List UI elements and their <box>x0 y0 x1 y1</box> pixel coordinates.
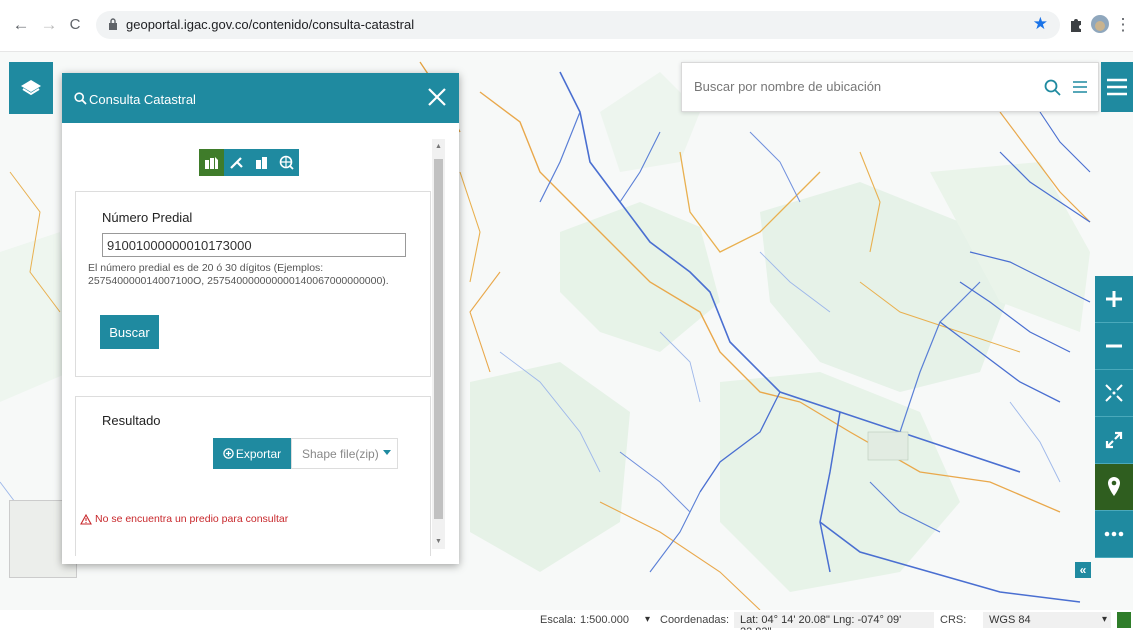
minus-icon <box>1106 344 1122 348</box>
scroll-up-arrow-icon[interactable]: ▲ <box>435 143 442 150</box>
extent-icon <box>1105 384 1123 402</box>
url-text: geoportal.igac.gov.co/contenido/consulta… <box>126 17 415 32</box>
map-pin-icon <box>1108 477 1120 496</box>
coords-value: Lat: 04° 14' 20.08" Lng: -074° 09' 22.83… <box>734 612 934 630</box>
map-toolbar <box>1095 276 1133 558</box>
predial-help-text: El número predial es de 20 ó 30 dígitos … <box>88 262 389 287</box>
consulta-catastral-panel: Consulta Catastral ▲ ▼ Número Predial 91… <box>62 73 459 564</box>
search-icon[interactable] <box>1044 79 1062 97</box>
crs-chevron-down-icon[interactable]: ▾ <box>1102 614 1107 625</box>
exportar-label: Exportar <box>235 446 282 461</box>
location-search-input[interactable] <box>694 79 1014 94</box>
search-icon <box>74 92 87 105</box>
exportar-button[interactable]: Exportar <box>213 438 291 469</box>
reload-button[interactable]: C <box>66 14 84 36</box>
export-format-select[interactable]: Shape file(zip) <box>291 438 398 469</box>
list-icon[interactable] <box>1072 80 1088 94</box>
zoom-in-button[interactable] <box>1095 276 1133 323</box>
chevron-down-icon <box>383 450 391 455</box>
fullscreen-button[interactable] <box>1095 417 1133 464</box>
warning-text: No se encuentra un predio para consultar <box>95 513 289 525</box>
measure-tool-icon <box>230 157 243 169</box>
address-bar[interactable]: geoportal.igac.gov.co/contenido/consulta… <box>96 11 1060 39</box>
plus-icon <box>1106 291 1122 307</box>
export-format-value: Shape file(zip) <box>302 447 379 461</box>
parcel-tool-icon <box>205 157 218 169</box>
location-search <box>681 62 1099 112</box>
crs-label: CRS: <box>940 614 967 626</box>
scale-value[interactable]: 1:500.000 <box>580 614 629 626</box>
expand-icon <box>1105 431 1123 449</box>
main-menu-button[interactable] <box>1101 62 1133 112</box>
panel-title: Consulta Catastral <box>89 92 196 107</box>
tab-geo-consulta[interactable] <box>274 149 299 176</box>
profile-avatar-icon[interactable] <box>1090 14 1110 34</box>
result-card: Resultado Exportar Shape file(zip) No se… <box>75 396 431 556</box>
buscar-button[interactable]: Buscar <box>100 315 159 349</box>
location-button[interactable] <box>1095 464 1133 511</box>
scroll-thumb[interactable] <box>434 159 443 519</box>
circle-plus-icon <box>223 448 234 459</box>
crs-select[interactable]: WGS 84 <box>983 612 1111 628</box>
map-status-bar: Escala: 1:500.000 ▾ Coordenadas: Lat: 04… <box>0 610 1133 630</box>
more-icon <box>1104 531 1124 537</box>
scale-chevron-down-icon[interactable]: ▾ <box>645 614 650 625</box>
numero-predial-input[interactable] <box>102 233 406 257</box>
globe-search-icon <box>279 155 294 170</box>
panel-header: Consulta Catastral <box>62 73 459 123</box>
panel-body: ▲ ▼ Número Predial 91001000000010173000 … <box>62 123 459 564</box>
query-tool-tabs <box>199 149 299 176</box>
browser-toolbar: ← → C geoportal.igac.gov.co/contenido/co… <box>0 0 1133 52</box>
scroll-down-arrow-icon[interactable]: ▼ <box>435 538 442 545</box>
full-extent-button[interactable] <box>1095 370 1133 417</box>
back-button[interactable]: ← <box>12 14 30 36</box>
close-icon[interactable] <box>426 86 448 108</box>
building-tool-icon <box>256 157 267 169</box>
tab-medir[interactable] <box>224 149 249 176</box>
hamburger-icon <box>1107 78 1127 96</box>
collapse-panel-button[interactable]: « <box>1075 562 1091 578</box>
tab-edificio[interactable] <box>249 149 274 176</box>
layers-button[interactable] <box>9 62 53 114</box>
resultado-label: Resultado <box>102 413 161 428</box>
warning-message: No se encuentra un predio para consultar <box>80 513 288 525</box>
predial-search-card: Número Predial El número predial es de 2… <box>75 191 431 377</box>
more-tools-button[interactable] <box>1095 511 1133 558</box>
layers-icon <box>21 80 41 96</box>
zoom-out-button[interactable] <box>1095 323 1133 370</box>
warning-icon <box>80 513 92 525</box>
tab-numero-predial[interactable] <box>199 149 224 176</box>
panel-scrollbar[interactable]: ▲ ▼ <box>432 139 445 549</box>
numero-predial-label: Número Predial <box>102 210 193 225</box>
lock-icon <box>109 18 117 30</box>
scale-label: Escala: <box>540 614 577 626</box>
forward-button[interactable]: → <box>40 14 58 36</box>
browser-menu-icon[interactable]: ⋮ <box>1114 14 1132 36</box>
coords-label: Coordenadas: <box>660 614 730 626</box>
extensions-icon[interactable] <box>1066 14 1086 34</box>
status-indicator <box>1117 612 1131 628</box>
star-icon[interactable]: ★ <box>1033 14 1048 34</box>
